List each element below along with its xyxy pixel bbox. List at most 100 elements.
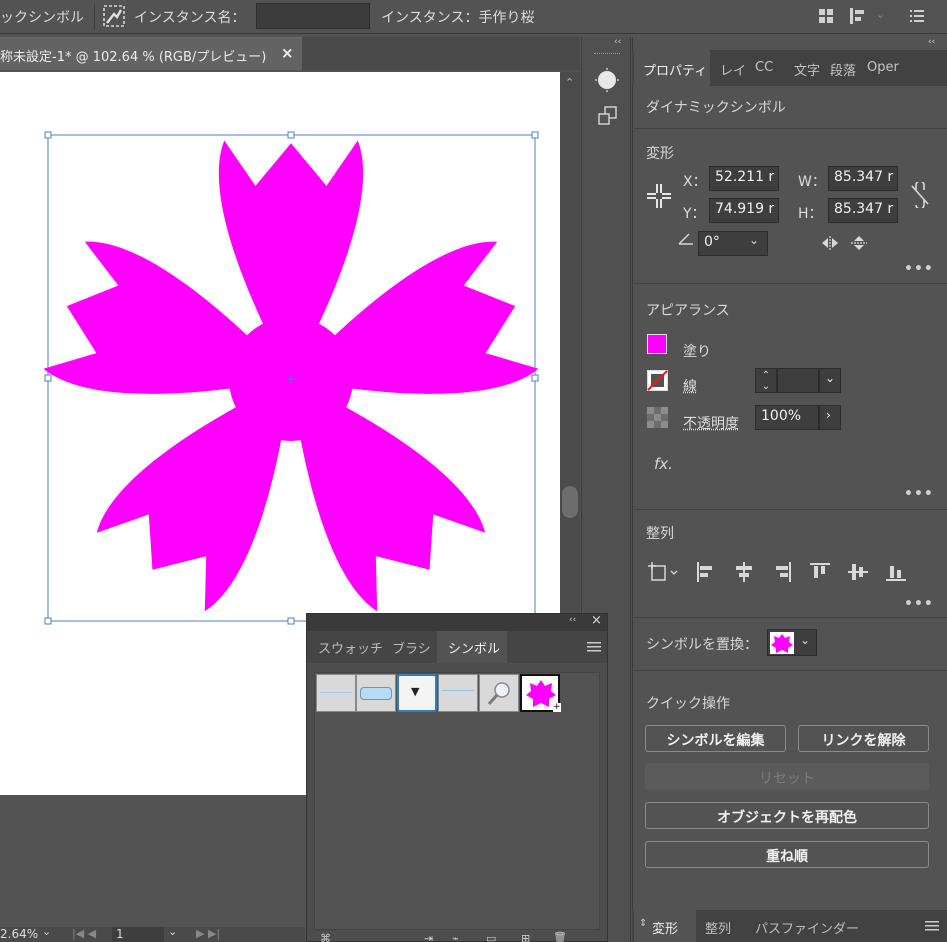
symbol-options-icon[interactable]: ▭ [486, 932, 496, 942]
replace-symbol-label: シンボルを置換： [646, 637, 758, 653]
fill-swatch[interactable] [647, 334, 667, 354]
align-bottom-icon[interactable] [884, 560, 908, 584]
divider [634, 670, 947, 671]
document-title: 称未設定-1* @ 102.64 % (RGB/プレビュー) [0, 50, 267, 65]
h-label: H： [798, 206, 823, 222]
h-field[interactable]: 85.347 r [828, 198, 898, 223]
chevron-down-icon[interactable]: ⌄ [876, 8, 885, 21]
scrollbar-thumb[interactable] [562, 486, 578, 518]
tab-align[interactable]: 整列 [705, 918, 731, 937]
close-tab-icon[interactable]: × [281, 44, 294, 62]
recolor-artwork-button[interactable]: オブジェクトを再配色 [645, 802, 929, 829]
more-options-icon[interactable]: ••• [904, 261, 934, 277]
page-field[interactable]: 1 [112, 927, 164, 942]
zoom-level[interactable]: 2.64% [0, 927, 38, 941]
flip-vertical-icon[interactable] [851, 234, 867, 252]
close-panel-icon[interactable]: × [591, 613, 602, 628]
expand-icon[interactable]: ⇕ [639, 918, 647, 929]
tab-cc[interactable]: CC [755, 60, 773, 75]
arrange-button[interactable]: 重ね順 [645, 841, 929, 868]
page-dropdown-icon[interactable]: ⌄ [168, 925, 177, 938]
reference-point-icon[interactable] [645, 182, 673, 210]
collapse-panel-icon[interactable]: ‹‹ [928, 37, 935, 47]
symbol-swatch-magnifier[interactable] [479, 674, 519, 712]
document-tab[interactable]: 称未設定-1* @ 102.64 % (RGB/プレビュー) × [0, 37, 302, 70]
symbol-swatch-slider[interactable] [438, 674, 478, 712]
dock-grip[interactable] [594, 53, 620, 56]
opacity-field[interactable]: 100% [755, 405, 819, 430]
symbols-panel-titlebar[interactable] [307, 614, 607, 631]
tab-transform[interactable]: 変形 [652, 918, 678, 937]
collapse-dock-icon[interactable]: ‹‹ [614, 37, 621, 47]
symbol-swatch-sakura[interactable]: + [520, 674, 561, 712]
stroke-weight-field[interactable] [777, 368, 819, 393]
x-field[interactable]: 52.211 r [709, 166, 779, 191]
instance-label: インスタンス：手作り桜 [381, 10, 535, 26]
collapse-panel-icon[interactable]: ‹‹ [569, 615, 576, 625]
divider [634, 509, 947, 510]
appearance-panel-icon[interactable] [595, 68, 619, 92]
rotate-angle-icon [678, 233, 693, 245]
angle-dropdown-icon[interactable]: ⌄ [749, 233, 759, 247]
quick-actions-title: クイック操作 [646, 696, 730, 712]
stroke-none-swatch[interactable] [647, 370, 668, 391]
replace-symbol-dropdown[interactable]: ⌄ [767, 629, 817, 656]
constrain-proportions-icon[interactable] [910, 182, 930, 208]
symbol-swatch-blank[interactable] [316, 674, 356, 712]
zoom-dropdown-icon[interactable]: ⌄ [42, 925, 51, 938]
opacity-label[interactable]: 不透明度 [683, 413, 739, 433]
scroll-up-icon[interactable]: ⌃ [565, 76, 574, 89]
align-top-icon[interactable] [808, 560, 832, 584]
object-type-label: ダイナミックシンボル [646, 100, 786, 116]
fill-label[interactable]: 塗り [683, 341, 711, 361]
tab-brushes[interactable]: ブラシ [392, 638, 431, 657]
menu-list-icon[interactable] [908, 7, 926, 25]
stroke-weight-stepper[interactable]: ⌃ ⌄ [755, 368, 777, 393]
align-left-icon[interactable] [694, 560, 718, 584]
opacity-arrow-icon[interactable]: › [819, 405, 841, 430]
break-link-icon[interactable]: ⌁ [452, 932, 459, 942]
place-symbol-icon[interactable]: ⇥ [424, 932, 433, 942]
stroke-weight-dropdown-icon[interactable]: ⌄ [819, 368, 841, 393]
tab-opentype[interactable]: Oper [867, 60, 899, 75]
tab-symbols[interactable]: シンボル [448, 638, 500, 657]
chevron-down-icon[interactable]: ⌄ [800, 633, 810, 647]
panel-menu-icon[interactable] [924, 920, 940, 932]
align-panel-icon[interactable] [848, 6, 870, 26]
tab-swatches[interactable]: スウォッチ [318, 638, 383, 657]
transform-panel-icon[interactable] [596, 104, 620, 128]
first-page-icon[interactable]: |◀ ◀ [72, 927, 96, 940]
more-options-icon[interactable]: ••• [904, 486, 934, 502]
delete-symbol-icon[interactable]: 🗑 [553, 931, 567, 942]
tab-paragraph[interactable]: 段落 [830, 60, 856, 79]
flip-horizontal-icon[interactable] [820, 236, 840, 250]
tab-properties[interactable]: プロパティ [643, 60, 707, 79]
grid-icon[interactable] [817, 7, 835, 25]
align-to-selection-icon[interactable] [646, 560, 682, 586]
opacity-checker-icon[interactable] [647, 407, 668, 428]
instance-name-input[interactable] [256, 3, 370, 29]
break-link-button[interactable]: リンクを解除 [798, 725, 929, 752]
symbol-swatch-button[interactable] [356, 674, 396, 712]
tab-pathfinder[interactable]: パスファインダー [755, 918, 859, 937]
symbol-sprayer-icon[interactable] [102, 4, 126, 28]
angle-value: 0° [704, 234, 720, 250]
new-symbol-icon[interactable]: ⊞ [521, 932, 530, 942]
edit-symbol-button[interactable]: シンボルを編集 [645, 725, 786, 752]
tab-layers[interactable]: レイ [720, 60, 746, 79]
align-horizontal-center-icon[interactable] [732, 560, 756, 584]
symbol-library-icon[interactable]: ⌘ [320, 932, 331, 942]
w-field[interactable]: 85.347 r [828, 166, 898, 191]
last-page-icon[interactable]: ▶ ▶| [196, 927, 220, 940]
reset-button[interactable]: リセット [645, 763, 929, 790]
stroke-label[interactable]: 線 [683, 376, 697, 396]
align-vertical-center-icon[interactable] [846, 560, 870, 584]
tab-character[interactable]: 文字 [794, 60, 820, 79]
panel-menu-icon[interactable] [586, 641, 602, 653]
align-right-icon[interactable] [770, 560, 794, 584]
fx-effects-button[interactable]: fx. [654, 455, 673, 473]
y-field[interactable]: 74.919 r [709, 198, 779, 223]
more-options-icon[interactable]: ••• [904, 596, 934, 612]
separator [94, 4, 95, 30]
symbol-swatch-dropdown[interactable]: ▼ [397, 674, 437, 712]
